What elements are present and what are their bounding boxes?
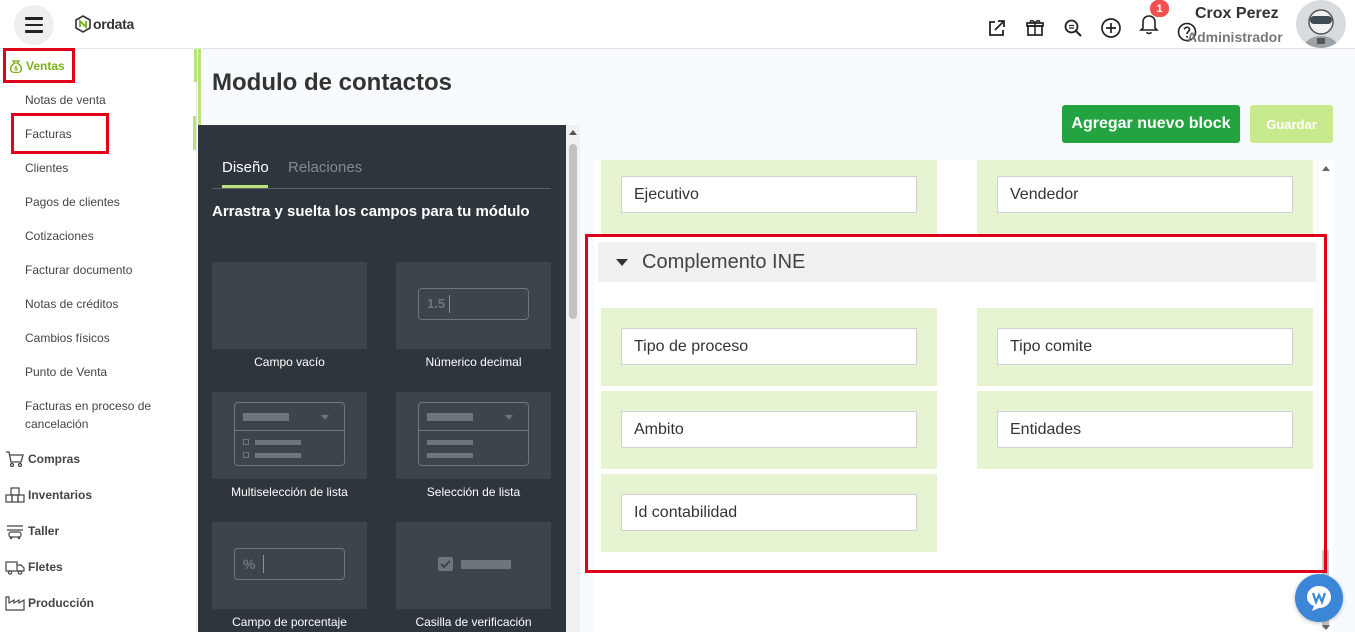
user-role: Administrador [1187, 29, 1283, 45]
logo-mark-icon [75, 15, 91, 33]
tile-campo-vacio[interactable] [212, 262, 367, 349]
tab-diseno[interactable]: Diseño [222, 159, 269, 176]
scroll-up-icon[interactable] [569, 130, 577, 135]
checkbox-preview-icon [438, 557, 453, 571]
truck-icon [5, 561, 25, 575]
cart-icon [6, 451, 24, 468]
decimal-sample: 1.5 [427, 296, 446, 311]
tab-relaciones[interactable]: Relaciones [288, 159, 362, 176]
sidebar-group-compras[interactable]: Compras [5, 450, 80, 468]
active-indicator [198, 49, 201, 125]
page-title: Modulo de contactos [212, 69, 452, 96]
sidebar-group-label: Compras [28, 452, 81, 466]
gift-icon[interactable] [1023, 16, 1047, 40]
sidebar-group-fletes[interactable]: Fletes [5, 558, 63, 576]
tile-multiseleccion[interactable] [212, 392, 367, 479]
sidebar-group-inventarios[interactable]: Inventarios [5, 486, 92, 504]
header-actions [985, 12, 1213, 44]
boxes-icon [5, 487, 25, 503]
sidebar-item-punto-de-venta[interactable]: Punto de Venta [25, 363, 107, 381]
select-preview [418, 402, 529, 466]
highlight-facturas [11, 113, 109, 154]
plus-circle-icon[interactable] [1099, 16, 1123, 40]
panel-tabs: Diseño Relaciones [212, 147, 551, 189]
search-zoom-icon[interactable] [1061, 16, 1085, 40]
sidebar-group-label: Producción [28, 596, 95, 610]
sidebar-item-cambios-fisicos[interactable]: Cambios físicos [25, 329, 110, 347]
canvas-scroll-down-icon[interactable] [1322, 625, 1330, 630]
active-tab-indicator [222, 185, 268, 188]
chat-icon[interactable] [1295, 574, 1343, 622]
add-block-button[interactable]: Agregar nuevo block [1062, 105, 1240, 143]
sidebar-group-taller[interactable]: Taller [5, 522, 59, 540]
tile-label: Casilla de verificación [415, 615, 532, 629]
sidebar-group-produccion[interactable]: Producción [5, 594, 94, 612]
avatar[interactable] [1296, 0, 1346, 48]
sidebar-item-notas-de-venta[interactable]: Notas de venta [25, 91, 106, 109]
tile-seleccion-lista[interactable] [396, 392, 551, 479]
app-logo[interactable]: ordata [74, 15, 134, 33]
facturas-active-indicator [193, 116, 196, 150]
tile-label: Campo de porcentaje [232, 615, 347, 629]
sidebar-item-notas-de-creditos[interactable]: Notas de créditos [25, 295, 118, 313]
workshop-icon [7, 525, 23, 540]
sidebar-item-clientes[interactable]: Clientes [25, 159, 68, 177]
panel-heading: Arrastra y suelta los campos para tu mód… [212, 203, 530, 220]
tile-label: Multiselección de lista [231, 485, 348, 499]
user-name[interactable]: Crox Perez [1195, 5, 1279, 23]
highlight-ventas [3, 48, 75, 83]
tile-campo-porcentaje[interactable]: % [212, 522, 367, 609]
panel-scrollbar-thumb[interactable] [569, 144, 577, 319]
logo-text: ordata [93, 16, 134, 32]
sidebar-item-pagos-de-clientes[interactable]: Pagos de clientes [25, 193, 120, 211]
components-panel: Diseño Relaciones Arrastra y suelta los … [198, 125, 566, 632]
field-vendedor[interactable]: Vendedor [997, 176, 1293, 213]
menu-icon[interactable] [14, 5, 54, 45]
sidebar-group-label: Taller [28, 524, 60, 538]
factory-icon [5, 596, 25, 611]
tile-label: Númerico decimal [425, 355, 522, 369]
section-active-indicator [194, 49, 197, 82]
tile-casilla-verificacion[interactable] [396, 522, 551, 609]
decimal-preview-input: 1.5 [418, 288, 529, 320]
percent-sample: % [243, 556, 256, 572]
percent-preview-input: % [234, 548, 345, 580]
save-button[interactable]: Guardar [1250, 105, 1333, 143]
multiselect-preview [234, 402, 345, 466]
sidebar-item-facturas-en-proceso[interactable]: Facturas en proceso de cancelación [25, 397, 165, 433]
sidebar-item-cotizaciones[interactable]: Cotizaciones [25, 227, 94, 245]
sidebar-item-facturar-documento[interactable]: Facturar documento [25, 261, 132, 279]
highlight-complemento-ine [585, 234, 1327, 573]
external-link-icon[interactable] [985, 16, 1009, 40]
sidebar-group-label: Fletes [28, 560, 63, 574]
top-bar: ordata 1 Crox Perez Administrador [0, 0, 1355, 49]
field-ejecutivo[interactable]: Ejecutivo [621, 176, 917, 213]
tile-label: Selección de lista [426, 485, 521, 499]
tile-label: Campo vacío [254, 355, 325, 369]
notification-badge: 1 [1150, 0, 1169, 17]
canvas-scroll-up-icon[interactable] [1322, 166, 1330, 171]
tile-numerico-decimal[interactable]: 1.5 [396, 262, 551, 349]
sidebar-group-label: Inventarios [28, 488, 93, 502]
